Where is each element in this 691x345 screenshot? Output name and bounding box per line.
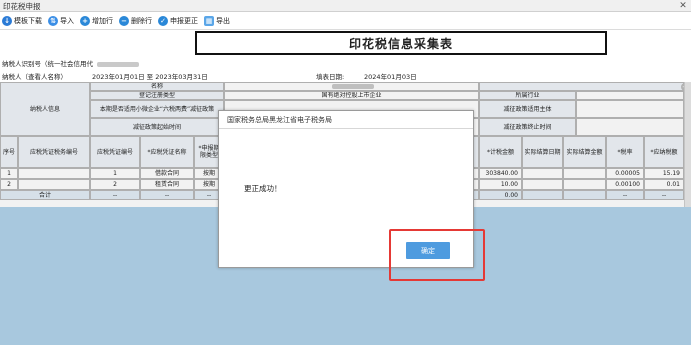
taxpayer-id-line: 纳税人识别号（统一社会信用代 [2, 58, 140, 68]
fill-date-label: 填表日期: [316, 73, 345, 81]
taxpayer-id-label: 纳税人识别号（统一社会信用代 [2, 60, 93, 68]
dialog-title: 国家税务总局黑龙江省电子税务局 [219, 111, 473, 129]
import-icon: ⇅ [48, 15, 58, 26]
add-row-icon: + [80, 15, 90, 26]
export-button[interactable]: ▦ 导出 [204, 15, 230, 26]
form-title: 印花税信息采集表 [195, 31, 607, 55]
delete-row-label: 删除行 [131, 16, 152, 25]
correction-label: 申报更正 [170, 16, 198, 25]
fill-date-value: 2024年01月03日 [364, 73, 417, 81]
download-icon: ↓ [2, 15, 12, 26]
add-row-button[interactable]: + 增加行 [80, 15, 113, 26]
redacted-taxpayer-id [97, 61, 140, 67]
correction-icon: ✓ [158, 15, 168, 26]
export-label: 导出 [216, 16, 230, 25]
import-label: 导入 [60, 16, 74, 25]
delete-row-button[interactable]: − 删除行 [119, 15, 152, 26]
period-text: 2023年01月01日 至 2023年03月31日 [92, 73, 208, 81]
delete-row-icon: − [119, 15, 129, 26]
add-row-label: 增加行 [92, 16, 113, 25]
correction-button[interactable]: ✓ 申报更正 [158, 15, 198, 26]
close-icon[interactable]: ✕ [677, 1, 689, 11]
toolbar: ↓ 模板下载 ⇅ 导入 + 增加行 − 删除行 ✓ 申报更正 ▦ 导出 [0, 12, 691, 30]
template-download-button[interactable]: ↓ 模板下载 [2, 15, 42, 26]
dialog-message: 更正成功！ [244, 184, 282, 193]
window-title: 印花税申报 [3, 2, 41, 11]
template-download-label: 模板下载 [14, 16, 42, 25]
taxpayer-name-label: 纳税人（查看人名称） [2, 73, 67, 81]
taxpayer-name-line: 纳税人（查看人名称） [2, 71, 67, 81]
import-button[interactable]: ⇅ 导入 [48, 15, 74, 26]
export-icon: ▦ [204, 15, 214, 26]
highlight-box [389, 229, 485, 281]
window-titlebar: 印花税申报 ✕ [0, 0, 691, 12]
